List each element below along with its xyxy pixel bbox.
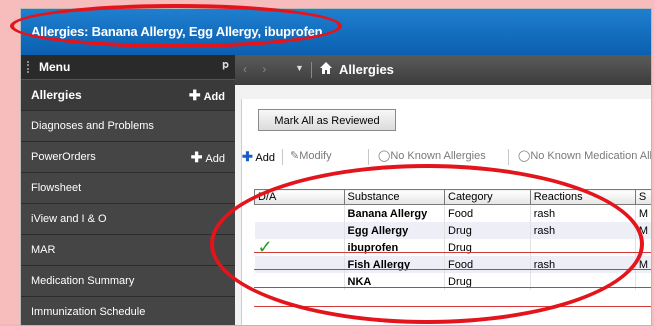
toolbar-modify-button[interactable]: ✎Modify	[290, 149, 332, 162]
add-label: Add	[205, 153, 225, 165]
table-row[interactable]: Fish Allergy Food rash M	[254, 256, 651, 273]
cell-category: Food	[444, 204, 531, 222]
title-bar: Allergies: Banana Allergy, Egg Allergy, …	[21, 9, 651, 55]
plus-icon: ✚	[188, 87, 201, 103]
sidebar-item-label: iView and I & O	[31, 213, 107, 225]
cell-s: M	[635, 222, 651, 239]
menu-header: Menu 𝐩	[21, 55, 235, 80]
window-title: Allergies: Banana Allergy, Egg Allergy, …	[31, 24, 323, 39]
toolbar-separator	[282, 149, 283, 165]
table-row[interactable]: ✓ ibuprofen Drug	[254, 236, 651, 257]
toolbar-nkma-button[interactable]: ◯No Known Medication Aller	[518, 149, 652, 162]
cell-category: Food	[444, 256, 531, 273]
sidebar-item-immunization-schedule[interactable]: Immunization Schedule	[21, 297, 235, 325]
back-forward-icons[interactable]: ‹ ›	[243, 62, 272, 76]
mark-all-reviewed-button[interactable]: Mark All as Reviewed	[258, 109, 396, 131]
nka-icon: ◯	[378, 150, 391, 162]
ehr-window: Allergies: Banana Allergy, Egg Allergy, …	[20, 8, 652, 326]
sidebar-item-powerorders[interactable]: PowerOrders ✚ Add	[21, 142, 235, 173]
col-header-category[interactable]: Category	[444, 189, 531, 205]
allergy-table: D/A Substance Category Reactions S Banan…	[254, 189, 651, 290]
cell-da	[254, 204, 345, 222]
sidebar-item-label: PowerOrders	[31, 151, 96, 163]
cell-substance: Banana Allergy	[344, 204, 446, 222]
toolbar-add-button[interactable]: ✚ Add	[242, 149, 275, 165]
menu-title: Menu	[39, 60, 71, 74]
page-title: Allergies	[339, 62, 394, 77]
grip-icon	[27, 61, 31, 73]
pin-icon[interactable]: 𝐩	[222, 59, 229, 72]
sidebar-item-label: Immunization Schedule	[31, 306, 146, 318]
toolbar-separator	[508, 149, 509, 165]
nkma-label: No Known Medication Aller	[530, 150, 652, 162]
sidebar-item-label: Medication Summary	[31, 275, 135, 287]
col-header-substance[interactable]: Substance	[343, 189, 446, 205]
allergy-panel: Mark All as Reviewed ✚ Add ✎Modify ◯No K…	[241, 99, 652, 325]
cell-s	[635, 239, 651, 256]
nav-separator	[311, 62, 312, 78]
modify-icon: ✎	[290, 150, 300, 162]
cell-substance: Fish Allergy	[344, 256, 446, 273]
sidebar-menu: Menu 𝐩 Allergies ✚ Add Diagnoses and Prob…	[21, 55, 235, 325]
sidebar-item-allergies[interactable]: Allergies ✚ Add	[21, 80, 235, 111]
cell-da: ✓	[254, 236, 345, 257]
nka-label: No Known Allergies	[390, 150, 486, 162]
add-order-button[interactable]: ✚ Add	[191, 142, 225, 174]
check-icon: ✓	[257, 236, 273, 257]
cell-category: Drug	[444, 239, 531, 256]
plus-icon: ✚	[190, 149, 203, 165]
allergy-toolbar: ✚ Add ✎Modify ◯No Known Allergies ◯No Kn…	[242, 145, 652, 169]
strikethrough-line	[254, 287, 651, 288]
strikethrough-line	[254, 269, 651, 270]
sidebar-item-label: Diagnoses and Problems	[31, 120, 154, 132]
sidebar-item-label: Flowsheet	[31, 182, 82, 194]
modify-label: Modify	[299, 150, 332, 162]
toolbar-separator	[368, 149, 369, 165]
cell-reactions: rash	[530, 222, 636, 239]
sidebar-item-label: MAR	[31, 244, 56, 256]
nav-bar: ‹ › ▼ Allergies	[235, 55, 651, 85]
main-content: ‹ › ▼ Allergies Mark All as Reviewed ✚ A…	[235, 55, 651, 325]
sidebar-item-flowsheet[interactable]: Flowsheet	[21, 173, 235, 204]
cell-category: Drug	[444, 222, 531, 239]
sidebar-item-iview[interactable]: iView and I & O	[21, 204, 235, 235]
cell-s: M	[635, 204, 651, 222]
table-row[interactable]: Egg Allergy Drug rash M	[254, 222, 651, 239]
table-header-row: D/A Substance Category Reactions S	[254, 189, 651, 205]
chevron-down-icon[interactable]: ▼	[295, 63, 304, 73]
strikethrough-line	[254, 252, 651, 253]
home-icon[interactable]	[319, 61, 333, 80]
cell-reactions	[530, 239, 636, 256]
col-header-s[interactable]: S	[634, 189, 651, 205]
cell-substance: Egg Allergy	[344, 222, 446, 239]
col-header-da[interactable]: D/A	[254, 189, 345, 205]
plus-icon: ✚	[242, 149, 253, 164]
toolbar-nka-button[interactable]: ◯No Known Allergies	[378, 149, 486, 162]
sidebar-item-mar[interactable]: MAR	[21, 235, 235, 266]
sidebar-item-label: Allergies	[31, 88, 82, 102]
cell-reactions: rash	[530, 204, 636, 222]
cell-s: M	[635, 256, 651, 273]
add-allergy-button[interactable]: ✚ Add	[189, 80, 225, 112]
strikethrough-line	[254, 306, 651, 307]
sidebar-item-diagnoses[interactable]: Diagnoses and Problems	[21, 111, 235, 142]
add-label: Add	[203, 91, 225, 103]
cell-da	[254, 256, 345, 273]
cell-substance: ibuprofen	[344, 239, 446, 256]
table-row[interactable]: Banana Allergy Food rash M	[254, 204, 651, 222]
col-header-reactions[interactable]: Reactions	[529, 189, 636, 205]
nkma-icon: ◯	[518, 150, 531, 162]
sidebar-item-medication-summary[interactable]: Medication Summary	[21, 266, 235, 297]
add-label: Add	[255, 152, 275, 164]
cell-reactions: rash	[530, 256, 636, 273]
